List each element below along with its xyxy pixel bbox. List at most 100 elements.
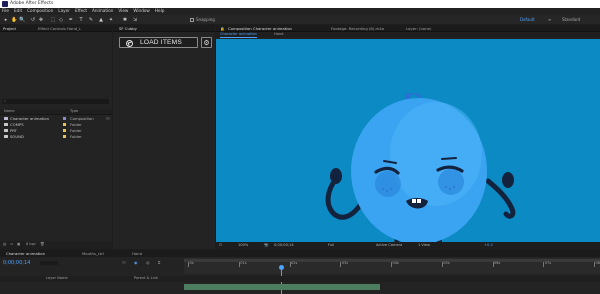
timeline-timecode[interactable]: 0;00;00;14 [3, 261, 30, 266]
menu-bar: File Edit Composition Layer Effect Anima… [0, 8, 600, 15]
ruler-tick [543, 262, 544, 267]
tab-mouths-ctrl[interactable]: Mouths_ctrl [82, 251, 104, 256]
settings-button[interactable]: ⚙ [201, 37, 212, 48]
time-ruler[interactable]: 0s 01s 02s 03s 04s 05s 06s 07s 08s [184, 258, 600, 294]
menu-window[interactable]: Window [133, 9, 150, 13]
ruler-tick [340, 262, 341, 267]
graph-editor-icon[interactable]: ⌗ [158, 261, 160, 265]
timeline-tabs: Character animation Mouths_ctrl Hand [0, 250, 600, 257]
project-item[interactable]: SOUND Folder [0, 134, 112, 140]
project-item-name: COMPS [10, 121, 24, 127]
left-cheek [375, 171, 401, 197]
always-preview-icon[interactable]: ⎚ [219, 243, 222, 248]
menu-edit[interactable]: Edit [14, 9, 22, 13]
project-item-type: Folder [70, 133, 82, 139]
column-type[interactable]: Type [70, 109, 78, 114]
camera-dropdown[interactable]: Active Camera [376, 243, 402, 248]
tab-composition[interactable]: Composition Character animation [228, 26, 292, 31]
menu-file[interactable]: File [2, 9, 9, 13]
flowchart-icon[interactable]: ⚇ [106, 116, 110, 121]
menu-help[interactable]: Help [155, 9, 165, 13]
roto-brush-tool-icon[interactable]: ⇲ [132, 17, 138, 23]
interpret-footage-icon[interactable]: ▤ [3, 242, 6, 247]
project-item[interactable]: COMPS Folder [0, 122, 112, 128]
selection-tool-icon[interactable]: ▸ [3, 17, 9, 23]
snapping-label: Snapping [196, 16, 215, 22]
menu-view[interactable]: View [118, 9, 128, 13]
delete-icon[interactable]: 🗑 [40, 242, 45, 247]
tab-sf-cubby[interactable]: SF Cubby [119, 26, 137, 31]
draft-3d-icon[interactable]: ◉ [134, 261, 138, 265]
label-swatch[interactable] [63, 123, 66, 126]
project-item[interactable]: Character animation Composition ⚇ [0, 116, 112, 122]
menu-composition[interactable]: Composition [27, 9, 53, 13]
menu-animation[interactable]: Animation [92, 9, 113, 13]
project-search-input[interactable]: ⌕ [2, 99, 109, 104]
current-time-display[interactable]: 0;00;00;14 [274, 243, 294, 248]
folder-icon [4, 123, 8, 126]
column-name[interactable]: Name [4, 109, 15, 114]
project-item-type: Composition [70, 115, 94, 121]
menu-effect[interactable]: Effect [75, 9, 87, 13]
title-bar: Adobe After Effects [0, 0, 600, 8]
tab-footage[interactable]: Footage: Recording (8).m4a [331, 26, 384, 31]
menu-layer[interactable]: Layer [58, 9, 70, 13]
right-eyebrow [441, 157, 457, 160]
magnification-dropdown[interactable]: 100% [238, 243, 248, 248]
bpc-label[interactable]: 8 bpc [26, 242, 36, 247]
project-column-header: Name Type [0, 109, 112, 115]
tab-character-animation[interactable]: Character animation [6, 251, 45, 256]
tab-hand[interactable]: Hand [132, 251, 142, 256]
workspace-standard[interactable]: Standard [562, 17, 580, 22]
composition-viewer[interactable] [216, 39, 600, 242]
snapshot-camera-icon[interactable]: 📷 [264, 243, 268, 248]
workspace-default[interactable]: Default [520, 17, 535, 22]
column-parent-link[interactable]: Parent & Link [134, 276, 158, 281]
character-artwork [325, 93, 516, 242]
ruler-label: 06s [494, 261, 501, 265]
rectangle-tool-icon[interactable]: ⬚ [50, 17, 56, 23]
project-item-name: PRT [10, 127, 17, 133]
timeline-panel: Character animation Mouths_ctrl Hand 0;0… [0, 250, 600, 294]
hand-tool-icon[interactable]: ✋ [11, 17, 17, 23]
label-swatch[interactable] [63, 129, 66, 132]
shape-tool-icon[interactable]: ◇ [58, 17, 64, 23]
clone-stamp-tool-icon[interactable]: ▲ [98, 17, 104, 23]
type-tool-icon[interactable]: T [78, 17, 84, 23]
label-swatch[interactable] [63, 117, 66, 120]
tab-effect-controls[interactable]: Effect Controls Hand_L [38, 26, 81, 31]
left-hand [330, 168, 342, 184]
snapping-checkbox[interactable] [190, 17, 194, 22]
views-dropdown[interactable]: 1 View [418, 243, 430, 248]
load-items-button[interactable]: LOAD ITEMS [119, 37, 198, 48]
motion-blur-icon[interactable]: ◎ [146, 261, 150, 265]
tooth-left [412, 199, 416, 203]
new-composition-icon[interactable]: ▣ [17, 242, 20, 247]
puppet-tool-icon[interactable]: ✱ [122, 17, 128, 23]
pen-tool-icon[interactable]: ✒ [68, 17, 74, 23]
layer-duration-bar[interactable] [184, 284, 380, 290]
comp-flowchart-icon[interactable]: ⚇ [122, 261, 126, 265]
ruler-label: 0s [189, 261, 194, 265]
sf-cubby-header: SF Cubby [113, 25, 215, 32]
brush-tool-icon[interactable]: ✎ [88, 17, 94, 23]
workspace-menu-icon[interactable]: ≡ [548, 17, 551, 22]
label-swatch[interactable] [63, 135, 66, 138]
resolution-dropdown[interactable]: Full [328, 243, 334, 248]
column-layer-name[interactable]: Layer Name [46, 276, 68, 281]
rotate-tool-icon[interactable]: ↺ [30, 17, 36, 23]
tab-project[interactable]: Project [3, 26, 16, 31]
tab-layer[interactable]: Layer: (none) [406, 26, 431, 31]
zoom-tool-icon[interactable]: 🔍 [19, 17, 25, 23]
project-item[interactable]: PRT Folder [0, 128, 112, 134]
timeline-search-input[interactable] [40, 261, 58, 265]
new-folder-icon[interactable]: ▭ [10, 242, 13, 247]
breadcrumb-hand[interactable]: Hand [274, 33, 283, 37]
pan-behind-tool-icon[interactable]: ✥ [38, 17, 44, 23]
window-title: Adobe After Effects [10, 1, 54, 6]
breadcrumb-character-animation[interactable]: Character animation [220, 33, 257, 38]
lock-icon[interactable]: 🔒 [220, 26, 225, 31]
project-panel-header: Project Effect Controls Hand_L [0, 25, 112, 32]
exposure-value[interactable]: +0.0 [484, 243, 493, 248]
eraser-tool-icon[interactable]: ✦ [108, 17, 114, 23]
